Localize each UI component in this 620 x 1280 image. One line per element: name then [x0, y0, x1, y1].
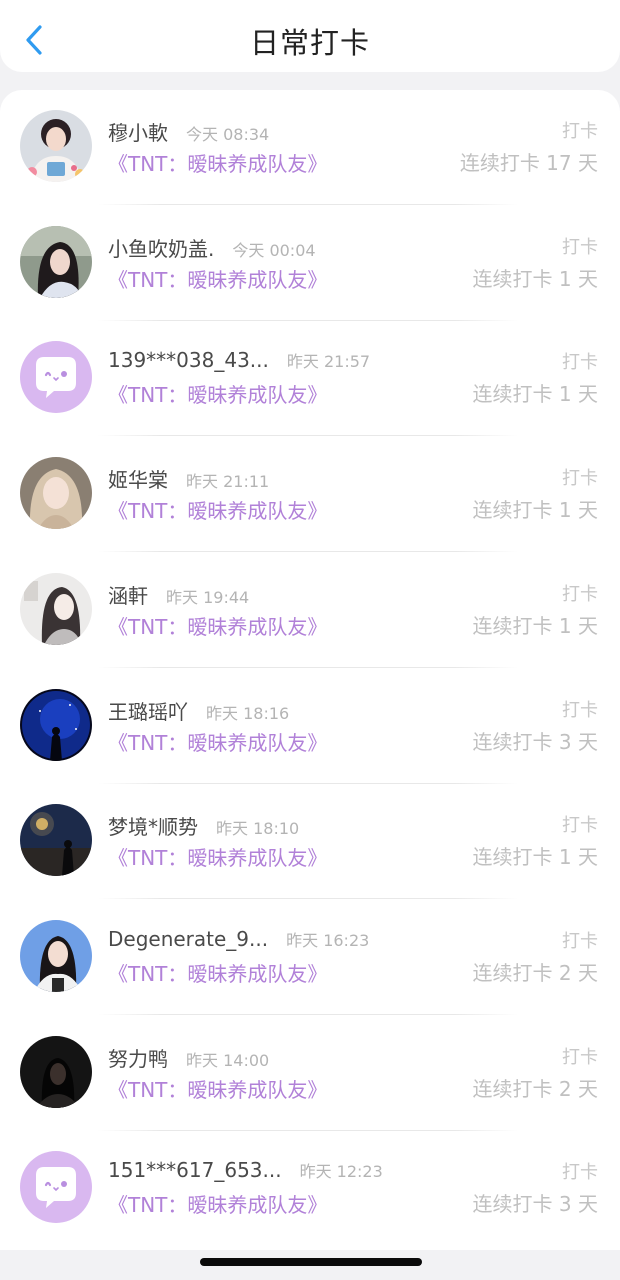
checkin-time: 昨天 12:23	[299, 1162, 383, 1182]
checkin-list: 穆小軟 今天 08:34 《TNT：暧昧养成队友》 打卡 连续打卡 17 天 小…	[0, 90, 620, 1250]
top-bar: 日常打卡	[0, 0, 620, 72]
book-title-link[interactable]: 《TNT：暧昧养成队友》	[108, 611, 327, 640]
streak-count: 连续打卡 1 天	[472, 266, 598, 291]
user-name: Degenerate_9...	[108, 926, 269, 951]
checkin-item[interactable]: Degenerate_9... 昨天 16:23 《TNT：暧昧养成队友》 打卡…	[0, 900, 620, 1016]
user-name: 穆小軟	[108, 121, 168, 145]
checkin-time: 昨天 16:23	[286, 930, 370, 950]
checkin-label: 打卡	[562, 699, 598, 721]
user-name: 努力鸭	[108, 1046, 168, 1071]
checkin-time: 昨天 18:16	[206, 703, 290, 723]
checkin-time: 昨天 21:11	[186, 472, 270, 492]
streak-count: 连续打卡 3 天	[472, 729, 598, 754]
streak-count: 连续打卡 1 天	[472, 613, 598, 638]
book-title-link[interactable]: 《TNT：暧昧养成队友》	[108, 1189, 327, 1218]
checkin-item[interactable]: 涵軒 昨天 19:44 《TNT：暧昧养成队友》 打卡 连续打卡 1 天	[0, 553, 620, 669]
checkin-time: 昨天 14:00	[186, 1050, 270, 1070]
streak-count: 连续打卡 2 天	[472, 960, 598, 985]
book-title-link[interactable]: 《TNT：暧昧养成队友》	[108, 842, 327, 871]
user-avatar[interactable]	[20, 688, 92, 761]
checkin-item[interactable]: 151***617_653... 昨天 12:23 《TNT：暧昧养成队友》 打…	[0, 1131, 620, 1247]
checkin-time: 昨天 21:57	[286, 352, 371, 372]
checkin-label: 打卡	[562, 815, 598, 837]
book-title-link[interactable]: 《TNT：暧昧养成队友》	[108, 495, 327, 524]
user-name: 139***038_43...	[108, 348, 269, 373]
home-indicator[interactable]	[200, 1258, 422, 1266]
checkin-label: 打卡	[562, 121, 598, 142]
user-avatar[interactable]	[20, 225, 92, 298]
checkin-label: 打卡	[562, 1162, 598, 1184]
streak-count: 连续打卡 2 天	[472, 1076, 598, 1101]
streak-count: 连续打卡 17 天	[459, 151, 598, 175]
checkin-item[interactable]: 梦境*顺势 昨天 18:10 《TNT：暧昧养成队友》 打卡 连续打卡 1 天	[0, 784, 620, 900]
user-name: 小鱼吹奶盖.	[108, 236, 215, 261]
user-avatar[interactable]	[20, 919, 92, 992]
user-name: 151***617_653...	[108, 1158, 282, 1183]
checkin-label: 打卡	[562, 352, 598, 374]
user-avatar[interactable]	[20, 1035, 92, 1108]
checkin-label: 打卡	[562, 1046, 598, 1068]
user-name: 梦境*顺势	[108, 815, 198, 840]
checkin-item[interactable]: 王璐瑶吖 昨天 18:16 《TNT：暧昧养成队友》 打卡 连续打卡 3 天	[0, 669, 620, 785]
checkin-label: 打卡	[562, 930, 598, 952]
default-avatar-icon[interactable]	[20, 1151, 92, 1224]
book-title-link[interactable]: 《TNT：暧昧养成队友》	[108, 379, 327, 408]
user-name: 姬华棠	[108, 468, 168, 493]
book-title-link[interactable]: 《TNT：暧昧养成队友》	[108, 958, 327, 987]
streak-count: 连续打卡 3 天	[472, 1192, 598, 1217]
checkin-time: 昨天 18:10	[216, 819, 300, 839]
checkin-item[interactable]: 小鱼吹奶盖. 今天 00:04 《TNT：暧昧养成队友》 打卡 连续打卡 1 天	[0, 206, 620, 322]
checkin-label: 打卡	[562, 583, 598, 605]
user-name: 王璐瑶吖	[108, 699, 188, 724]
user-avatar[interactable]	[20, 457, 92, 530]
checkin-time: 今天 00:04	[232, 240, 316, 260]
default-avatar-icon[interactable]	[20, 341, 92, 414]
user-avatar[interactable]	[20, 804, 92, 877]
checkin-label: 打卡	[562, 468, 598, 490]
streak-count: 连续打卡 1 天	[472, 498, 598, 523]
page-title: 日常打卡	[249, 26, 370, 60]
streak-count: 连续打卡 1 天	[472, 845, 598, 870]
checkin-item[interactable]: 139***038_43... 昨天 21:57 《TNT：暧昧养成队友》 打卡…	[0, 321, 620, 437]
user-name: 涵軒	[108, 583, 148, 608]
checkin-time: 昨天 19:44	[166, 587, 250, 607]
checkin-time: 今天 08:34	[186, 125, 270, 144]
book-title-link[interactable]: 《TNT：暧昧养成队友》	[108, 264, 327, 293]
checkin-item[interactable]: 穆小軟 今天 08:34 《TNT：暧昧养成队友》 打卡 连续打卡 17 天	[0, 90, 620, 206]
book-title-link[interactable]: 《TNT：暧昧养成队友》	[108, 727, 327, 756]
streak-count: 连续打卡 1 天	[472, 382, 598, 407]
checkin-label: 打卡	[562, 236, 598, 258]
book-title-link[interactable]: 《TNT：暧昧养成队友》	[108, 148, 327, 177]
book-title-link[interactable]: 《TNT：暧昧养成队友》	[108, 1074, 327, 1103]
user-avatar[interactable]	[20, 572, 92, 645]
checkin-item[interactable]: 姬华棠 昨天 21:11 《TNT：暧昧养成队友》 打卡 连续打卡 1 天	[0, 437, 620, 553]
checkin-item[interactable]: 努力鸭 昨天 14:00 《TNT：暧昧养成队友》 打卡 连续打卡 2 天	[0, 1016, 620, 1132]
user-avatar[interactable]	[20, 110, 92, 182]
